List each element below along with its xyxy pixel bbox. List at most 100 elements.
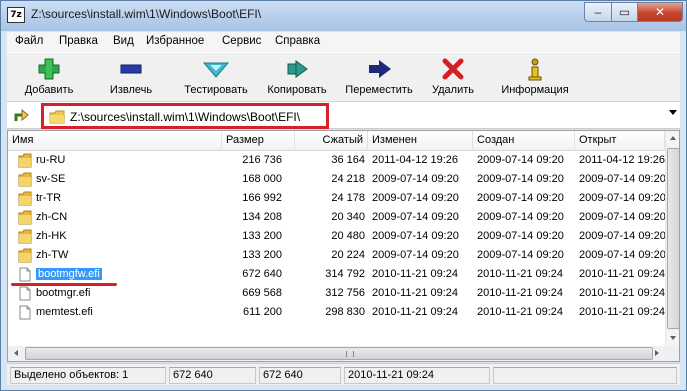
file-size: 133 200 — [242, 230, 282, 242]
file-name: zh-CN — [36, 211, 68, 223]
folder-icon — [18, 172, 32, 187]
vertical-scroll-thumb[interactable] — [667, 148, 679, 329]
vertical-scrollbar[interactable] — [665, 131, 679, 346]
name-cell: zh-TW — [36, 246, 220, 265]
file-name: tr-TR — [36, 192, 62, 204]
file-size: 168 000 — [242, 173, 282, 185]
column-size[interactable]: Размер — [222, 131, 295, 151]
menu-file[interactable]: Файл — [15, 35, 43, 47]
info-label: Информация — [501, 84, 569, 96]
file-modified: 2010-11-21 09:24 — [372, 268, 459, 280]
file-packed: 314 792 — [325, 268, 365, 280]
menu-edit[interactable]: Правка — [59, 35, 98, 47]
column-header-row: Имя Размер Сжатый Изменен Создан Открыт — [8, 131, 665, 151]
scroll-down-button[interactable] — [666, 330, 679, 346]
info-button[interactable]: Информация — [493, 55, 577, 101]
file-icon — [18, 267, 32, 282]
file-row[interactable]: zh-CN 134 208 20 340 2009-07-14 09:20 2009-0… — [8, 208, 665, 227]
scroll-up-button[interactable] — [666, 131, 679, 147]
file-row[interactable]: zh-HK 133 200 20 480 2009-07-14 09:20 2009-0… — [8, 227, 665, 246]
status-modified: 2010-11-21 09:24 — [344, 367, 490, 384]
title-bar[interactable]: 7z Z:\sources\install.wim\1\Windows\Boot… — [1, 1, 686, 31]
grip-icon — [346, 351, 354, 357]
file-modified: 2010-11-21 09:24 — [372, 287, 459, 299]
column-accessed[interactable]: Открыт — [575, 131, 665, 151]
test-button[interactable]: Тестировать — [174, 55, 258, 101]
name-cell: tr-TR — [36, 189, 220, 208]
folder-icon — [18, 191, 32, 206]
file-accessed: 2009-07-14 09:20 — [579, 249, 665, 261]
folder-icon — [49, 110, 65, 124]
extract-icon — [89, 57, 173, 81]
file-created: 2009-07-14 09:20 — [477, 211, 564, 223]
minimize-button[interactable]: ‒ — [584, 2, 612, 22]
menu-help[interactable]: Справка — [275, 35, 320, 47]
status-packed: 672 640 — [259, 367, 341, 384]
file-row[interactable]: memtest.efi 611 200 298 830 2010-11-21 09:2… — [8, 303, 665, 322]
file-row[interactable]: bootmgfw.efi 672 640 314 792 2010-11-21 09:… — [8, 265, 665, 284]
file-row[interactable]: bootmgr.efi 669 568 312 756 2010-11-21 09:2… — [8, 284, 665, 303]
file-name: memtest.efi — [36, 306, 93, 318]
menu-view[interactable]: Вид — [113, 35, 134, 47]
address-path: Z:\sources\install.wim\1\Windows\Boot\EF… — [70, 110, 301, 124]
add-icon — [7, 57, 91, 81]
file-created: 2010-11-21 09:24 — [477, 268, 564, 280]
file-row[interactable]: zh-TW 133 200 20 224 2009-07-14 09:20 2009-0… — [8, 246, 665, 265]
file-icon — [18, 305, 32, 320]
menu-bar: Файл Правка Вид Избранное Сервис Справка — [7, 32, 680, 52]
address-dropdown-icon[interactable] — [669, 110, 677, 115]
file-created: 2010-11-21 09:24 — [477, 306, 564, 318]
scrollbar-corner — [665, 346, 679, 361]
name-cell: bootmgfw.efi — [36, 265, 220, 284]
file-created: 2009-07-14 09:20 — [477, 154, 564, 166]
close-button[interactable]: ✕ — [637, 2, 683, 22]
file-accessed: 2009-07-14 09:20 — [579, 173, 665, 185]
file-size: 133 200 — [242, 249, 282, 261]
horizontal-scroll-thumb[interactable] — [25, 347, 653, 360]
folder-icon — [18, 229, 32, 244]
column-created[interactable]: Создан — [473, 131, 575, 151]
up-folder-icon[interactable] — [13, 107, 31, 123]
menu-favorites[interactable]: Избранное — [146, 35, 204, 47]
extract-label: Извлечь — [109, 84, 153, 96]
horizontal-scrollbar[interactable] — [8, 346, 665, 361]
file-row[interactable]: tr-TR 166 992 24 178 2009-07-14 09:20 2009-0… — [8, 189, 665, 208]
file-row[interactable]: ru-RU 216 736 36 164 2011-04-12 19:26 2009-0… — [8, 151, 665, 170]
folder-icon — [18, 153, 32, 168]
status-bar: Выделено объектов: 1 672 640 672 640 201… — [7, 363, 680, 385]
column-modified[interactable]: Изменен — [368, 131, 473, 151]
column-packed[interactable]: Сжатый — [295, 131, 368, 151]
file-name: sv-SE — [36, 173, 66, 185]
menu-tools[interactable]: Сервис — [222, 35, 261, 47]
scroll-left-button[interactable] — [8, 346, 24, 361]
file-accessed: 2011-04-12 19:26 — [579, 154, 665, 166]
file-modified: 2011-04-12 19:26 — [372, 154, 459, 166]
copy-button[interactable]: Копировать — [255, 55, 339, 101]
copy-icon — [255, 57, 339, 81]
file-accessed: 2009-07-14 09:20 — [579, 211, 665, 223]
address-field[interactable]: Z:\sources\install.wim\1\Windows\Boot\EF… — [41, 103, 329, 129]
folder-icon — [18, 248, 32, 263]
folder-icon — [18, 210, 32, 225]
file-modified: 2009-07-14 09:20 — [372, 173, 459, 185]
maximize-button[interactable]: ▭ — [611, 2, 638, 22]
column-name[interactable]: Имя — [8, 131, 222, 151]
status-selected-count: Выделено объектов: 1 — [10, 367, 166, 384]
scroll-right-button[interactable] — [649, 346, 665, 361]
name-cell: memtest.efi — [36, 303, 220, 322]
file-size: 611 200 — [243, 306, 282, 318]
move-icon — [337, 57, 421, 81]
add-button[interactable]: Добавить — [7, 55, 91, 101]
status-size: 672 640 — [169, 367, 256, 384]
file-created: 2009-07-14 09:20 — [477, 192, 564, 204]
file-row[interactable]: sv-SE 168 000 24 218 2009-07-14 09:20 2009-0… — [8, 170, 665, 189]
file-packed: 20 480 — [331, 230, 365, 242]
delete-button[interactable]: Удалить — [411, 55, 495, 101]
extract-button[interactable]: Извлечь — [89, 55, 173, 101]
file-list: Имя Размер Сжатый Изменен Создан Открыт … — [7, 130, 680, 362]
file-accessed: 2010-11-21 09:24 — [579, 287, 665, 299]
file-packed: 312 756 — [325, 287, 365, 299]
delete-icon — [411, 57, 495, 81]
file-packed: 24 218 — [331, 173, 365, 185]
file-created: 2009-07-14 09:20 — [477, 173, 564, 185]
